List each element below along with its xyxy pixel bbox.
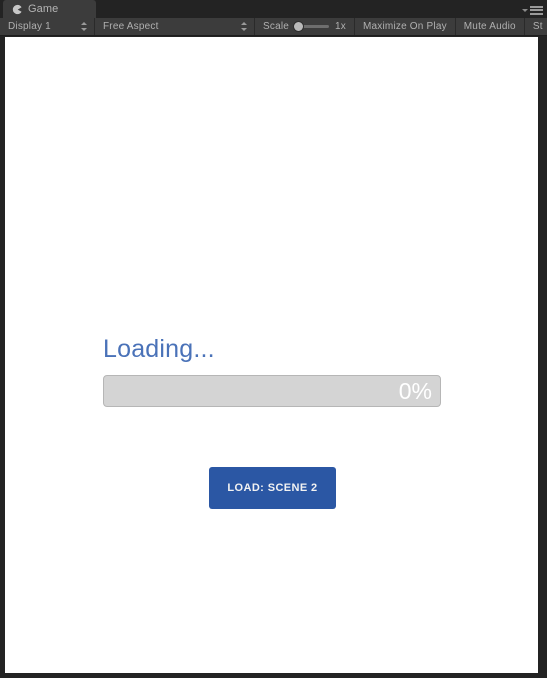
game-controller-icon [12,4,22,14]
panel-options-menu[interactable] [522,4,543,16]
dropdown-caret-icon [522,9,528,12]
scale-slider[interactable] [294,21,330,32]
unity-editor-window: Game Display 1 Free Aspect Scale 1x Maxi… [0,0,547,678]
tab-game[interactable]: Game [3,0,96,18]
tab-strip: Game [0,0,547,18]
hamburger-menu-icon[interactable] [530,5,543,15]
display-dropdown-label: Display 1 [8,21,51,32]
maximize-on-play-toggle[interactable]: Maximize On Play [355,18,456,35]
game-view-frame: Loading... 0% LOAD: SCENE 2 [0,36,547,678]
updown-arrows-icon [241,21,248,32]
load-scene-2-button[interactable]: LOAD: SCENE 2 [209,467,336,509]
loading-title: Loading... [103,335,215,363]
updown-arrows-icon [81,21,88,32]
loading-progress-bar: 0% [103,375,441,407]
scale-value: 1x [335,21,346,32]
scale-control[interactable]: Scale 1x [255,18,355,35]
scale-slider-handle[interactable] [294,22,304,31]
game-view-toolbar: Display 1 Free Aspect Scale 1x Maximize … [0,18,547,36]
tab-game-label: Game [28,2,59,15]
display-dropdown[interactable]: Display 1 [0,18,95,35]
stats-toggle[interactable]: St [525,18,543,35]
mute-audio-toggle[interactable]: Mute Audio [456,18,525,35]
aspect-ratio-label: Free Aspect [103,21,159,32]
scale-label: Scale [263,21,290,32]
aspect-ratio-dropdown[interactable]: Free Aspect [95,18,255,35]
loading-progress-text: 0% [398,377,432,404]
game-canvas[interactable]: Loading... 0% LOAD: SCENE 2 [5,37,538,673]
